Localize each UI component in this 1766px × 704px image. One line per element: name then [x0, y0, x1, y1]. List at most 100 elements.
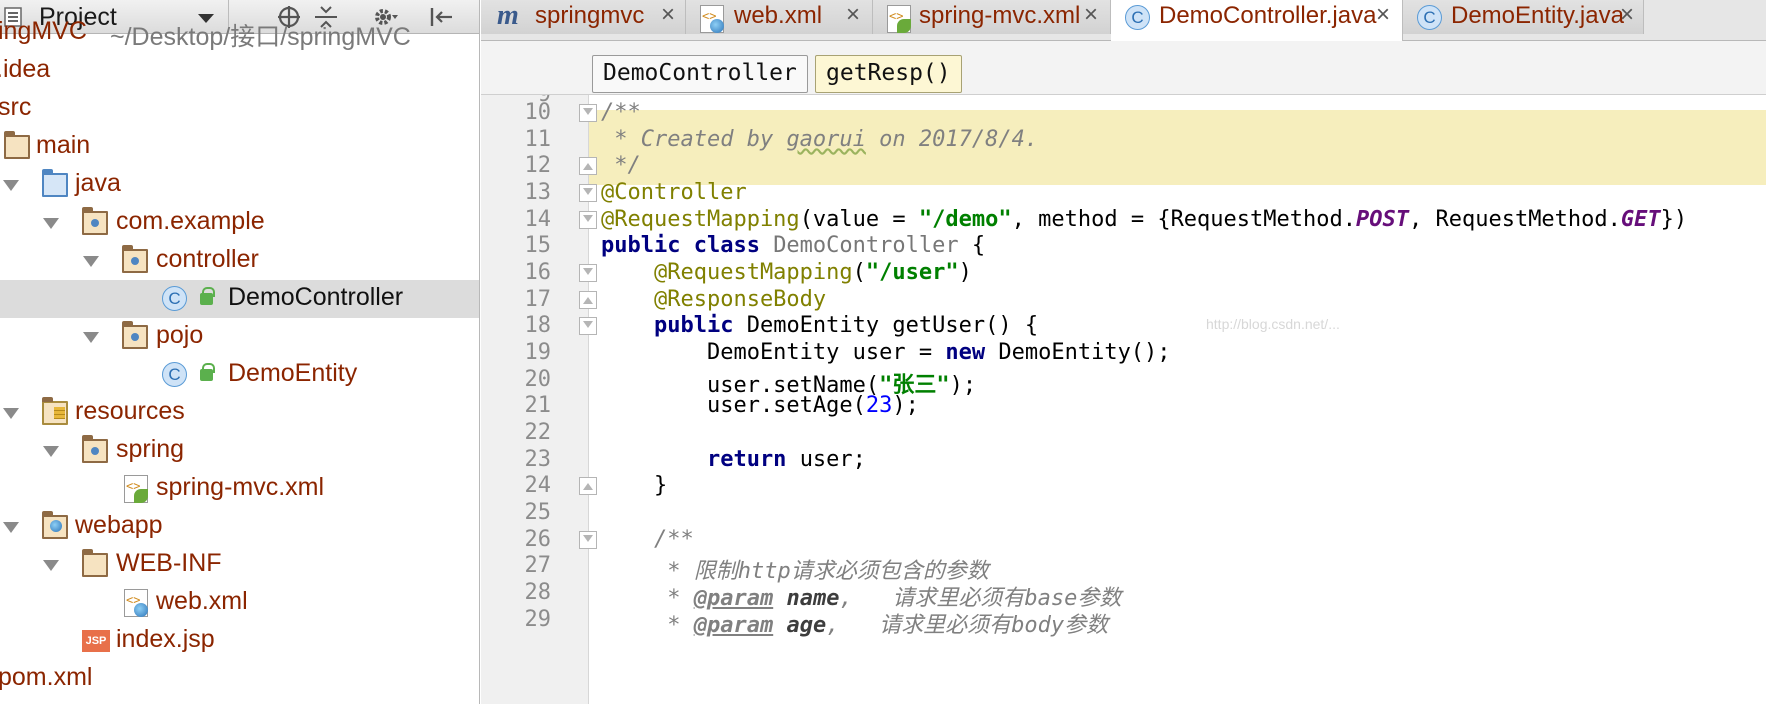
line-number: 16 — [524, 260, 552, 285]
tree-item-controller[interactable]: controller — [0, 242, 479, 280]
code-line-29: * @param age, 请求里必须有body参数 — [601, 613, 1109, 638]
tree-item-pom-xml[interactable]: pom.xml — [0, 660, 479, 698]
tab-democontroller-java[interactable]: C DemoController.java × — [1111, 0, 1403, 41]
fold-toggle-icon[interactable] — [579, 531, 597, 549]
jsp-file-icon: JSP — [82, 630, 110, 652]
package-icon — [122, 321, 148, 349]
code-line-12: */ — [601, 153, 641, 178]
close-icon[interactable]: × — [1620, 1, 1634, 29]
tree-item-label: resources — [75, 397, 185, 425]
close-icon[interactable]: × — [1084, 1, 1098, 29]
tree-item-label: src — [0, 93, 32, 121]
line-number: 19 — [524, 340, 552, 365]
tree-item-root[interactable]: ingMVC ~/Desktop/接口/springMVC — [0, 14, 479, 52]
line-number: 28 — [524, 580, 552, 605]
public-access-icon — [200, 363, 215, 381]
tree-item-web-xml[interactable]: web.xml — [0, 584, 479, 622]
tab-demoentity-java[interactable]: C DemoEntity.java × — [1403, 0, 1644, 34]
fold-toggle-icon[interactable] — [579, 317, 597, 335]
chevron-down-icon[interactable] — [3, 522, 19, 533]
tree-item-label: spring — [116, 435, 185, 463]
chevron-down-icon[interactable] — [43, 560, 59, 571]
tree-item-label: ingMVC — [0, 17, 87, 45]
breadcrumb-method[interactable]: getResp() — [815, 55, 962, 93]
chevron-down-icon[interactable] — [83, 256, 99, 267]
tree-item-label: controller — [156, 245, 259, 273]
tree-item-java[interactable]: java — [0, 166, 479, 204]
line-number: 21 — [524, 393, 552, 418]
tree-item-label: webapp — [75, 511, 163, 539]
spring-xml-file-icon — [887, 5, 911, 33]
web-xml-file-icon — [700, 5, 724, 33]
code-line-16: @RequestMapping("/user") — [601, 260, 972, 285]
web-xml-file-icon — [124, 589, 148, 617]
tree-item-src[interactable]: src — [0, 90, 479, 128]
tree-item-label: main — [36, 131, 91, 159]
tab-label: DemoEntity.java — [1451, 2, 1624, 29]
tab-springmvc[interactable]: m springmvc × — [481, 0, 686, 34]
resources-folder-icon — [42, 397, 68, 425]
code-line-17: @ResponseBody — [601, 287, 827, 312]
chevron-down-icon[interactable] — [3, 408, 19, 419]
code-line-24: } — [601, 473, 668, 498]
tree-item-label: DemoEntity — [228, 359, 358, 387]
tree-item-idea[interactable]: .idea — [0, 52, 479, 90]
tree-item-spring[interactable]: spring — [0, 432, 479, 470]
source-folder-icon — [42, 169, 68, 197]
fold-toggle-icon[interactable] — [579, 211, 597, 229]
tree-item-web-inf[interactable]: WEB-INF — [0, 546, 479, 584]
line-number: 13 — [524, 180, 552, 205]
tree-item-resources[interactable]: resources — [0, 394, 479, 432]
tab-spring-mvc-xml[interactable]: spring-mvc.xml × — [873, 0, 1111, 34]
code-line-11: * Created by gaorui on 2017/8/4. — [601, 127, 1039, 152]
fold-toggle-icon[interactable] — [579, 477, 597, 495]
tree-item-democontroller[interactable]: C DemoController — [0, 280, 479, 318]
tree-item-path: ~/Desktop/接口/springMVC — [110, 23, 411, 51]
chevron-down-icon[interactable] — [3, 180, 19, 191]
line-number: 23 — [524, 447, 552, 472]
close-icon[interactable]: × — [661, 1, 675, 29]
tree-item-label: DemoController — [228, 283, 404, 311]
chevron-down-icon[interactable] — [43, 446, 59, 457]
java-class-icon: C — [162, 362, 187, 387]
tree-item-com-example[interactable]: com.example — [0, 204, 479, 242]
tree-item-index-jsp[interactable]: JSP index.jsp — [0, 622, 479, 660]
project-panel: Project ingMVC ~/Desktop/接口/springMVC .i… — [0, 0, 480, 704]
maven-module-icon: m — [497, 0, 519, 31]
line-number: 15 — [524, 233, 552, 258]
line-number: 11 — [524, 127, 552, 152]
fold-toggle-icon[interactable] — [579, 157, 597, 175]
chevron-down-icon[interactable] — [43, 218, 59, 229]
tab-web-xml[interactable]: web.xml × — [686, 0, 873, 34]
tab-label: spring-mvc.xml — [919, 2, 1081, 29]
fold-toggle-icon[interactable] — [579, 291, 597, 309]
java-class-icon: C — [1417, 5, 1442, 30]
fold-toggle-icon[interactable] — [579, 104, 597, 122]
line-number: 26 — [524, 527, 552, 552]
tree-item-spring-mvc-xml[interactable]: spring-mvc.xml — [0, 470, 479, 508]
tab-label: DemoController.java — [1159, 2, 1377, 29]
editor-tab-bar: m springmvc × web.xml × spring-mvc.xml ×… — [481, 0, 1766, 41]
tab-label: web.xml — [734, 2, 823, 29]
tree-item-label: index.jsp — [116, 625, 215, 653]
fold-toggle-icon[interactable] — [579, 264, 597, 282]
close-icon[interactable]: × — [1376, 1, 1390, 29]
breadcrumb-class[interactable]: DemoController — [592, 55, 808, 93]
tree-item-webapp[interactable]: webapp — [0, 508, 479, 546]
line-number: 24 — [524, 473, 552, 498]
tree-item-label: pojo — [156, 321, 204, 349]
code-line-18: public DemoEntity getUser() { — [601, 313, 1039, 338]
tree-item-pojo[interactable]: pojo — [0, 318, 479, 356]
code-editor[interactable]: 9 10 11 12 13 14 15 16 17 18 19 20 21 22… — [481, 95, 1766, 704]
code-line-14: @RequestMapping(value = "/demo", method … — [601, 207, 1688, 232]
close-icon[interactable]: × — [846, 1, 860, 29]
code-line-26: /** — [601, 527, 694, 552]
tree-item-label: java — [75, 169, 121, 197]
code-line-21: user.setAge(23); — [601, 393, 919, 418]
tree-item-demoentity[interactable]: C DemoEntity — [0, 356, 479, 394]
project-tree: ingMVC ~/Desktop/接口/springMVC .idea src … — [0, 17, 479, 704]
fold-toggle-icon[interactable] — [579, 184, 597, 202]
chevron-down-icon[interactable] — [83, 332, 99, 343]
tree-item-main[interactable]: main — [0, 128, 479, 166]
tree-item-label: pom.xml — [0, 663, 93, 691]
